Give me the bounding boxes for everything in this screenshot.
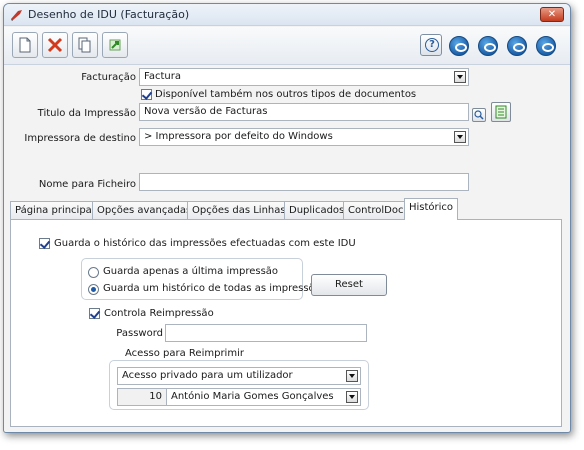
- chevron-down-icon: [346, 370, 358, 382]
- password-input[interactable]: [165, 324, 367, 342]
- acesso-select[interactable]: Acesso privado para um utilizador: [117, 367, 361, 385]
- nome-ficheiro-label: Nome para Ficheiro: [38, 179, 136, 190]
- tab-opcoes-linhas[interactable]: Opções das Linhas: [187, 201, 291, 220]
- window-title: Desenho de IDU (Facturação): [28, 8, 190, 21]
- titulo-label: Titulo da Impressão: [37, 108, 136, 119]
- reset-button[interactable]: Reset: [311, 274, 387, 296]
- last-record-button[interactable]: [536, 36, 556, 56]
- impressora-label: Impressora de destino: [24, 133, 136, 144]
- chevron-down-icon: [346, 391, 358, 403]
- new-document-button[interactable]: [12, 32, 38, 58]
- acesso-group: Acesso privado para um utilizador 10 Ant…: [109, 360, 369, 410]
- export-icon: [109, 39, 121, 51]
- help-icon: ?: [425, 38, 439, 52]
- user-id-field: 10: [117, 388, 167, 406]
- user-id-value: 10: [149, 391, 162, 402]
- toolbar: ?: [4, 27, 570, 65]
- close-button[interactable]: ✕: [540, 7, 564, 22]
- titulo-value: Nova versão de Facturas: [144, 106, 268, 117]
- tab-historico[interactable]: Histórico: [404, 198, 458, 220]
- guarda-historico-checkbox[interactable]: [39, 238, 50, 249]
- tab-pagina-principal[interactable]: Página principal: [10, 201, 100, 220]
- radio-ultima[interactable]: [88, 267, 99, 278]
- copy-button[interactable]: [72, 32, 98, 58]
- facturacao-value: Factura: [144, 71, 181, 82]
- search-button[interactable]: [472, 108, 486, 122]
- copy-icon: [78, 37, 91, 53]
- historico-panel: Guarda o histórico das impressões efectu…: [10, 219, 562, 427]
- nome-ficheiro-input[interactable]: [139, 173, 469, 191]
- user-select[interactable]: António Maria Gomes Gonçalves: [166, 388, 361, 406]
- radio-todas[interactable]: [88, 284, 99, 295]
- controla-reimpressao-label: Controla Reimpressão: [104, 308, 214, 319]
- export-button[interactable]: [102, 32, 128, 58]
- radio-todas-label: Guarda um histórico de todas as impressõ…: [103, 283, 327, 294]
- tab-opcoes-avancadas[interactable]: Opções avançadas: [92, 201, 197, 220]
- facturacao-label: Facturação: [81, 72, 136, 83]
- chevron-down-icon: [454, 71, 466, 83]
- tab-controldoc[interactable]: ControlDoc: [343, 201, 409, 220]
- first-record-button[interactable]: [449, 36, 469, 56]
- chevron-down-icon: [454, 131, 466, 143]
- guarda-historico-label: Guarda o histórico das impressões efectu…: [54, 238, 356, 249]
- title-bar: Desenho de IDU (Facturação) ✕: [4, 4, 570, 26]
- radio-group: Guarda apenas a última impressão Guarda …: [81, 258, 326, 300]
- disponivel-checkbox[interactable]: [141, 89, 152, 100]
- help-button[interactable]: ?: [420, 34, 442, 56]
- impressora-select[interactable]: > Impressora por defeito do Windows: [139, 128, 469, 146]
- close-icon: ✕: [547, 9, 557, 20]
- acesso-label: Acesso para Reimprimir: [125, 348, 244, 359]
- list-icon: [495, 105, 507, 119]
- titulo-input[interactable]: Nova versão de Facturas: [139, 103, 469, 121]
- search-icon: [474, 110, 484, 120]
- impressora-value: > Impressora por defeito do Windows: [144, 131, 333, 142]
- disponivel-label: Disponível também nos outros tipos de do…: [155, 89, 417, 100]
- app-icon: [11, 10, 22, 21]
- previous-record-button[interactable]: [478, 36, 498, 56]
- list-button[interactable]: [491, 102, 511, 122]
- new-document-icon: [19, 37, 31, 53]
- controla-reimpressao-checkbox[interactable]: [89, 308, 100, 319]
- tab-duplicados[interactable]: Duplicados: [284, 201, 350, 220]
- dialog-window: Desenho de IDU (Facturação) ✕ ? Facturaç…: [3, 3, 571, 433]
- facturacao-select[interactable]: Factura: [139, 68, 469, 86]
- user-name-value: António Maria Gomes Gonçalves: [171, 391, 334, 402]
- password-label: Password: [116, 328, 163, 339]
- next-record-button[interactable]: [507, 36, 527, 56]
- radio-ultima-label: Guarda apenas a última impressão: [103, 266, 279, 277]
- delete-icon: [47, 37, 63, 53]
- delete-button[interactable]: [42, 32, 68, 58]
- acesso-value: Acesso privado para um utilizador: [122, 370, 293, 381]
